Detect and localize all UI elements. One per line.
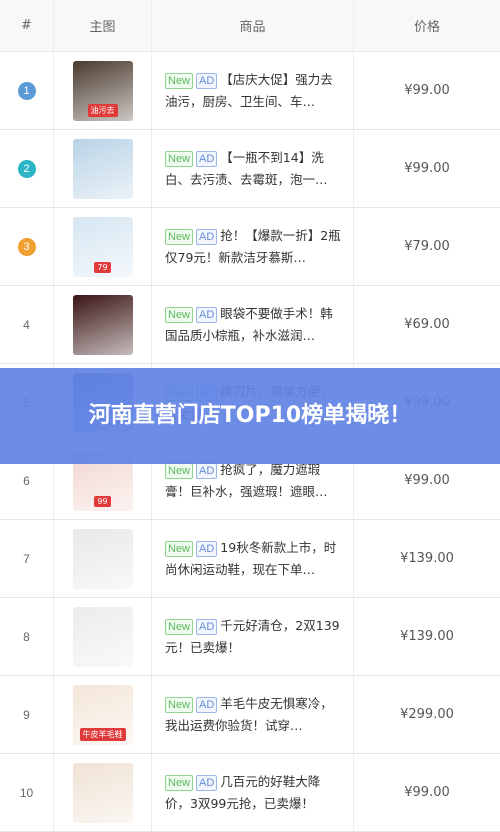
table-row[interactable]: 9 牛皮羊毛鞋 New AD 羊毛牛皮无惧寒冷，我出运费你验货！试穿… ¥299.00 bbox=[0, 676, 500, 754]
thumbnail-label: 79 bbox=[94, 261, 111, 273]
image-cell bbox=[54, 130, 152, 207]
rank-cell: 8 bbox=[0, 598, 54, 675]
header-name: 商品 bbox=[152, 0, 354, 51]
rank-cell: 1 bbox=[0, 52, 54, 129]
ad-badge: AD bbox=[196, 150, 218, 167]
table-header: # 主图 商品 价格 bbox=[0, 0, 500, 52]
image-cell: 牛皮羊毛鞋 bbox=[54, 676, 152, 753]
new-badge: New bbox=[165, 72, 194, 89]
name-cell: New AD 千元好清仓，2双139元！已卖爆！ bbox=[152, 598, 354, 675]
price-cell: ¥99.00 bbox=[404, 161, 450, 176]
name-cell: New AD 眼袋不要做手术！韩国品质小棕瓶，补水滋润… bbox=[152, 286, 354, 363]
product-thumbnail[interactable] bbox=[72, 762, 133, 823]
product-name-link[interactable]: New AD 羊毛牛皮无惧寒冷，我出运费你验货！试穿… bbox=[165, 693, 343, 737]
table-row[interactable]: 1 油污去 New AD 【店庆大促】强力去油污，厨房、卫生间、车… ¥99.00 bbox=[0, 52, 500, 130]
header-rank: # bbox=[0, 0, 54, 51]
product-name-link[interactable]: New AD 【店庆大促】强力去油污，厨房、卫生间、车… bbox=[165, 69, 343, 113]
price-cell: ¥99.00 bbox=[404, 83, 450, 98]
ad-badge: AD bbox=[196, 696, 218, 713]
ad-badge: AD bbox=[196, 72, 218, 89]
price-cell: ¥139.00 bbox=[400, 551, 454, 566]
rank-cell: 10 bbox=[0, 754, 54, 831]
name-cell: New AD 19秋冬新款上市，时尚休闲运动鞋，现在下单… bbox=[152, 520, 354, 597]
product-thumbnail[interactable] bbox=[72, 138, 133, 199]
rank-badge: 3 bbox=[17, 237, 36, 256]
product-thumbnail[interactable] bbox=[72, 528, 133, 589]
ad-badge: AD bbox=[196, 618, 218, 635]
thumbnail-label: 99 bbox=[94, 495, 111, 507]
rank-number: 7 bbox=[23, 551, 30, 566]
banner-title: 河南直营门店TOP10榜单揭晓！ bbox=[88, 403, 412, 428]
product-thumbnail[interactable]: 牛皮羊毛鞋 bbox=[72, 684, 133, 745]
table-row[interactable]: 4 New AD 眼袋不要做手术！韩国品质小棕瓶，补水滋润… ¥69.00 bbox=[0, 286, 500, 364]
ad-badge: AD bbox=[196, 540, 218, 557]
new-badge: New bbox=[165, 462, 194, 479]
product-name-link[interactable]: New AD 千元好清仓，2双139元！已卖爆！ bbox=[165, 615, 343, 659]
rank-cell: 9 bbox=[0, 676, 54, 753]
image-cell bbox=[54, 286, 152, 363]
thumbnail-label: 油污去 bbox=[87, 103, 118, 117]
product-thumbnail[interactable]: 油污去 bbox=[72, 60, 133, 121]
name-cell: New AD 羊毛牛皮无惧寒冷，我出运费你验货！试穿… bbox=[152, 676, 354, 753]
product-name-link[interactable]: New AD 几百元的好鞋大降价，3双99元抢，已卖爆！ bbox=[165, 771, 343, 815]
new-badge: New bbox=[165, 696, 194, 713]
name-cell: New AD 【一瓶不到14】洗白、去污渍、去霉斑，泡一… bbox=[152, 130, 354, 207]
ad-badge: AD bbox=[196, 462, 218, 479]
rank-badge: 2 bbox=[17, 159, 36, 178]
rank-badge: 1 bbox=[17, 81, 36, 100]
product-name-link[interactable]: New AD 眼袋不要做手术！韩国品质小棕瓶，补水滋润… bbox=[165, 303, 343, 347]
name-cell: New AD 抢！【爆款一折】2瓶仅79元！新款洁牙慕斯… bbox=[152, 208, 354, 285]
new-badge: New bbox=[165, 540, 194, 557]
rank-number: 9 bbox=[23, 707, 30, 722]
price-cell: ¥69.00 bbox=[404, 317, 450, 332]
name-cell: New AD 【店庆大促】强力去油污，厨房、卫生间、车… bbox=[152, 52, 354, 129]
header-price: 价格 bbox=[413, 20, 440, 35]
name-cell: New AD 几百元的好鞋大降价，3双99元抢，已卖爆！ bbox=[152, 754, 354, 831]
product-thumbnail[interactable] bbox=[72, 294, 133, 355]
rank-cell: 3 bbox=[0, 208, 54, 285]
price-cell: ¥139.00 bbox=[400, 629, 454, 644]
thumbnail-label: 牛皮羊毛鞋 bbox=[79, 727, 126, 741]
rank-cell: 7 bbox=[0, 520, 54, 597]
table-row[interactable]: 10 New AD 几百元的好鞋大降价，3双99元抢，已卖爆！ ¥99.00 bbox=[0, 754, 500, 832]
new-badge: New bbox=[165, 306, 194, 323]
rank-number: 10 bbox=[19, 785, 34, 800]
rank-cell: 4 bbox=[0, 286, 54, 363]
price-cell: ¥79.00 bbox=[404, 239, 450, 254]
ad-badge: AD bbox=[196, 228, 218, 245]
product-thumbnail[interactable] bbox=[72, 606, 133, 667]
rank-cell: 2 bbox=[0, 130, 54, 207]
price-cell: ¥299.00 bbox=[400, 707, 454, 722]
header-image: 主图 bbox=[54, 0, 152, 51]
image-cell bbox=[54, 754, 152, 831]
new-badge: New bbox=[165, 228, 194, 245]
product-name-link[interactable]: New AD 抢！【爆款一折】2瓶仅79元！新款洁牙慕斯… bbox=[165, 225, 343, 269]
table-row[interactable]: 7 New AD 19秋冬新款上市，时尚休闲运动鞋，现在下单… ¥139.00 bbox=[0, 520, 500, 598]
title-banner: 河南直营门店TOP10榜单揭晓！ bbox=[0, 368, 500, 464]
rank-number: 4 bbox=[23, 317, 30, 332]
table-row[interactable]: 2 New AD 【一瓶不到14】洗白、去污渍、去霉斑，泡一… ¥99.00 bbox=[0, 130, 500, 208]
table-row[interactable]: 8 New AD 千元好清仓，2双139元！已卖爆！ ¥139.00 bbox=[0, 598, 500, 676]
price-cell: ¥99.00 bbox=[404, 785, 450, 800]
image-cell bbox=[54, 598, 152, 675]
product-name-link[interactable]: New AD 19秋冬新款上市，时尚休闲运动鞋，现在下单… bbox=[165, 537, 343, 581]
table-row[interactable]: 3 79 New AD 抢！【爆款一折】2瓶仅79元！新款洁牙慕斯… ¥79.00 bbox=[0, 208, 500, 286]
ad-badge: AD bbox=[196, 774, 218, 791]
ad-badge: AD bbox=[196, 306, 218, 323]
product-thumbnail[interactable]: 79 bbox=[72, 216, 133, 277]
image-cell bbox=[54, 520, 152, 597]
product-name-link[interactable]: New AD 抢疯了，魔力遮瑕膏！巨补水，强遮瑕！遮眼… bbox=[165, 459, 343, 503]
new-badge: New bbox=[165, 774, 194, 791]
new-badge: New bbox=[165, 150, 194, 167]
product-name-link[interactable]: New AD 【一瓶不到14】洗白、去污渍、去霉斑，泡一… bbox=[165, 147, 343, 191]
image-cell: 油污去 bbox=[54, 52, 152, 129]
rank-number: 8 bbox=[23, 629, 30, 644]
new-badge: New bbox=[165, 618, 194, 635]
image-cell: 79 bbox=[54, 208, 152, 285]
rank-number: 6 bbox=[23, 473, 30, 488]
